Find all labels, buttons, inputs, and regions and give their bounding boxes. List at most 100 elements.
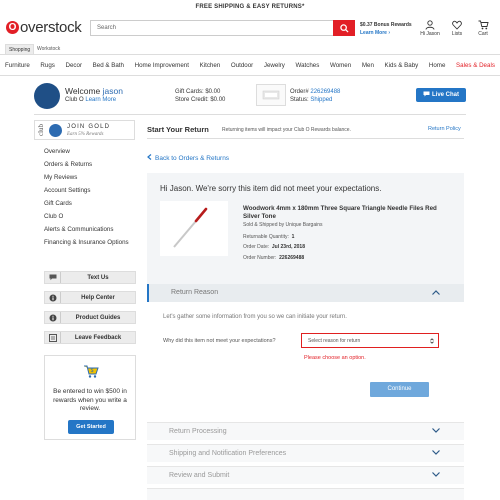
step-shipping-label: Shipping and Notification Preferences [169, 450, 287, 457]
order-label: Order# [290, 89, 309, 95]
chat-icon [423, 91, 430, 97]
date-value: Jul 23rd, 2018 [271, 244, 305, 250]
rewards-amount: $0.37 Bonus Rewards [360, 22, 412, 28]
category-outdoor[interactable]: Outdoor [231, 57, 253, 75]
category-rugs[interactable]: Rugs [40, 57, 54, 75]
search-input[interactable]: Search [90, 20, 354, 36]
returnable-quantity: Returnable Quantity: 1 [243, 234, 294, 240]
step-more [147, 488, 464, 500]
reason-question: Why did this item not meet your expectat… [163, 338, 276, 344]
overstock-logo[interactable]: O overstock [6, 18, 82, 36]
category-home-improvement[interactable]: Home Improvement [135, 57, 189, 75]
category-men[interactable]: Men [362, 57, 374, 75]
sidebar-item-my-reviews[interactable]: My Reviews [44, 174, 77, 181]
live-chat-label: Live Chat [431, 92, 459, 98]
category-furniture[interactable]: Furniture [5, 57, 30, 75]
chevron-left-icon [147, 154, 152, 160]
sidebar-item-account-settings[interactable]: Account Settings [44, 187, 90, 194]
live-chat-button[interactable]: Live Chat [416, 88, 466, 102]
page-subtitle: Returning items will impact your Club O … [222, 127, 351, 133]
rewards-learn-more[interactable]: Learn More › [360, 30, 420, 36]
product-image [160, 201, 228, 256]
num-label: Order Number: [243, 255, 277, 261]
club-o-line: Club O Learn More [65, 97, 116, 103]
welcome-label: Welcome [65, 86, 101, 96]
user-name: jason [102, 86, 123, 96]
review-promo: $ Be entered to win $500 in rewards when… [44, 355, 136, 440]
avatar [34, 83, 60, 109]
promo-banner[interactable]: FREE SHIPPING & EASY RETURNS* [0, 0, 500, 14]
join-gold-banner[interactable]: club JOIN GOLD Earn 5% Rewards [34, 120, 135, 140]
page-title: Start Your Return [147, 125, 209, 134]
welcome-text: Welcome jason [65, 86, 123, 96]
step-review-label: Review and Submit [169, 472, 230, 479]
step-return-processing-label: Return Processing [169, 428, 227, 435]
info-icon [45, 292, 61, 303]
qty-label: Returnable Quantity: [243, 234, 289, 240]
learn-more-link[interactable]: Learn More [85, 97, 116, 103]
search-button[interactable] [333, 20, 355, 36]
join-gold-label: JOIN GOLD [67, 124, 111, 130]
order-thumbnail[interactable] [256, 84, 286, 106]
leave-feedback-label: Leave Feedback [74, 335, 122, 341]
category-divider [0, 75, 500, 76]
account-button[interactable]: Hi Jason [419, 20, 441, 37]
help-center-label: Help Center [81, 295, 115, 301]
account-label: Hi Jason [420, 31, 440, 37]
category-kitchen[interactable]: Kitchen [200, 57, 221, 75]
date-label: Order Date: [243, 244, 270, 250]
category-women[interactable]: Women [330, 57, 351, 75]
product-guides-button[interactable]: Product Guides [44, 311, 136, 324]
help-center-button[interactable]: Help Center [44, 291, 136, 304]
return-policy-link[interactable]: Return Policy [428, 126, 461, 132]
cart-button[interactable]: Cart [472, 20, 494, 37]
sidebar-item-club-o[interactable]: Club O [44, 213, 63, 220]
category-watches[interactable]: Watches [296, 57, 320, 75]
status-label: Status: [290, 97, 309, 103]
category-decor[interactable]: Decor [66, 57, 83, 75]
num-value: 226269488 [279, 255, 305, 261]
category-jewelry[interactable]: Jewelry [264, 57, 285, 75]
step-return-reason[interactable]: Return Reason [147, 284, 464, 302]
category-sales-deals[interactable]: Sales & Deals [456, 57, 495, 75]
category-bed-bath[interactable]: Bed & Bath [93, 57, 124, 75]
chevron-down-icon [432, 472, 440, 477]
order-number-link[interactable]: 226269488 [310, 89, 340, 95]
step-return-processing[interactable]: Return Processing [147, 422, 464, 440]
tab-workstock[interactable]: Workstock [37, 44, 60, 54]
select-arrows-icon [430, 338, 434, 344]
text-us-button[interactable]: Text Us [44, 271, 136, 284]
logo-text: overstock [20, 18, 82, 36]
sidebar-item-financing[interactable]: Financing & Insurance Options [44, 239, 129, 246]
category-home[interactable]: Home [429, 57, 446, 75]
get-started-button[interactable]: Get Started [68, 420, 114, 434]
lists-button[interactable]: Lists [446, 20, 468, 37]
tab-shopping[interactable]: Shopping [5, 44, 35, 54]
greeting: Hi Jason. We're sorry this item did not … [160, 184, 382, 193]
bonus-rewards[interactable]: $0.37 Bonus Rewards Learn More › [360, 22, 420, 36]
product-guides-label: Product Guides [75, 315, 121, 321]
sidebar-item-orders-returns[interactable]: Orders & Returns [44, 161, 92, 168]
step-review-submit[interactable]: Review and Submit [147, 466, 464, 484]
lists-label: Lists [451, 31, 463, 37]
step-shipping-notification[interactable]: Shipping and Notification Preferences [147, 444, 464, 462]
title-divider [147, 138, 464, 139]
product-name[interactable]: Woodwork 4mm x 180mm Three Square Triang… [243, 205, 448, 221]
chevron-up-icon [432, 290, 440, 295]
logo-mark-icon: O [6, 20, 19, 34]
continue-button[interactable]: Continue [370, 382, 429, 397]
category-kids-baby[interactable]: Kids & Baby [385, 57, 419, 75]
order-date: Order Date: Jul 23rd, 2018 [243, 244, 305, 250]
sidebar-item-alerts[interactable]: Alerts & Communications [44, 226, 113, 233]
step-return-reason-label: Return Reason [171, 289, 219, 296]
back-to-orders-link[interactable]: Back to Orders & Returns [147, 154, 229, 162]
reason-select-value: Select reason for return [308, 338, 361, 344]
gather-info-text: Let's gather some information from you s… [163, 314, 347, 320]
leave-feedback-button[interactable]: Leave Feedback [44, 331, 136, 344]
sidebar-item-overview[interactable]: Overview [44, 148, 70, 155]
sidebar-item-gift-cards[interactable]: Gift Cards [44, 200, 72, 207]
error-message: Please choose an option. [304, 355, 366, 361]
category-nav: Furniture Rugs Decor Bed & Bath Home Imp… [0, 57, 500, 75]
reason-select[interactable]: Select reason for return [301, 333, 439, 348]
club-badge-icon [49, 124, 62, 137]
